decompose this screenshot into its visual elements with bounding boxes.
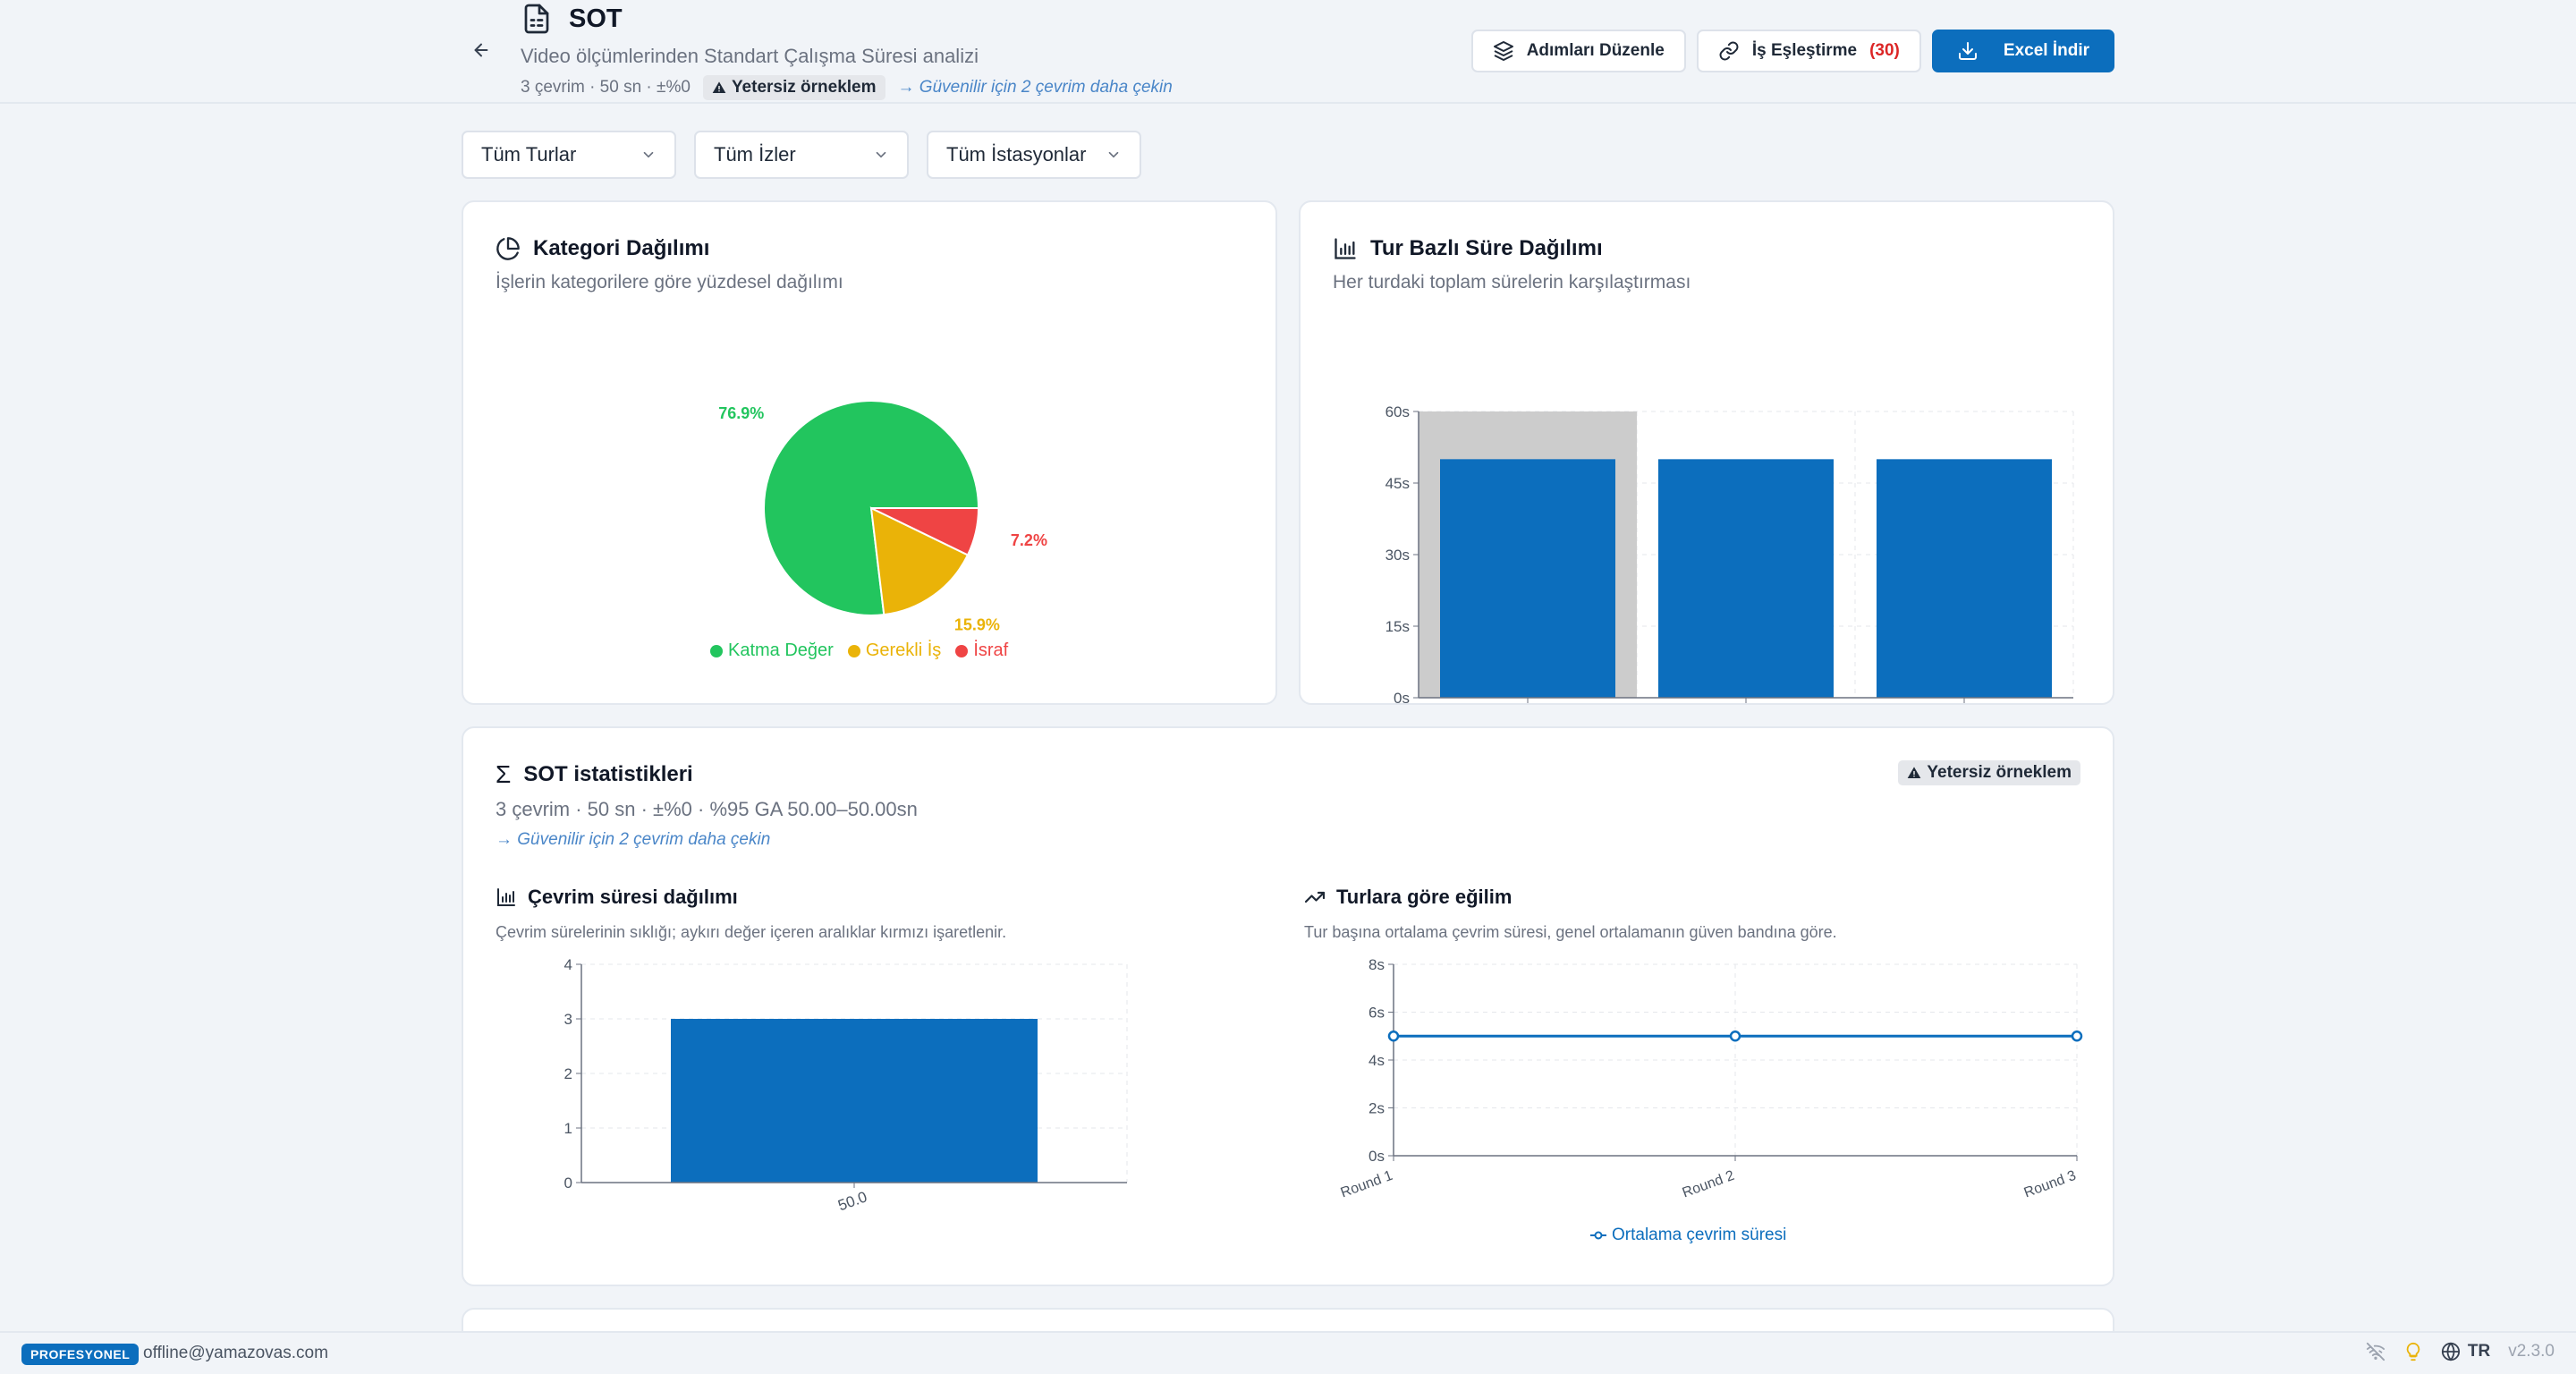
y-tick-label: 6s [1368,1005,1385,1022]
category-legend: Katma Değer Gerekli İş İsraf [710,640,1008,661]
y-tick-label: 8s [1368,956,1385,973]
user-email: offline@yamazovas.com [143,1344,328,1362]
y-tick-label: 2s [1368,1100,1385,1117]
filter-bar: Tüm Turlar Tüm İzler Tüm İstasyonlar [462,131,1141,179]
bar-50.0 [671,1019,1038,1183]
document-icon [524,4,549,34]
bar-T3 [1877,459,2052,698]
excel-download-button[interactable]: Excel İndir [1931,30,2114,72]
insufficient-sample-badge: Yetersiz örneklem [702,75,886,100]
legend-waste: İsraf [955,640,1008,661]
chevron-down-icon [643,151,654,158]
warning-icon [712,81,726,93]
trend-point-2 [1729,1030,1741,1042]
app-version: v2.3.0 [2508,1342,2555,1361]
rounds-filter[interactable]: Tüm Turlar [462,131,676,179]
trend-point-3 [2071,1030,2083,1042]
y-tick-label: 15s [1385,618,1410,635]
edit-steps-button[interactable]: Adımları Düzenle [1470,30,1686,72]
round-card-title: Tur Bazlı Süre Dağılımı [1333,236,1603,261]
y-tick-label: 0 [564,1175,572,1192]
wifi-off-icon[interactable] [2366,1342,2385,1361]
line-marker-icon [1590,1231,1606,1240]
y-tick-label: 0s [1394,690,1410,703]
y-tick-label: 1 [564,1120,572,1137]
download-icon [1958,42,1977,60]
trend-line-chart: 0s 2s 4s 6s 8s Round 1 Round 2 Round 3 [1339,956,2083,1201]
page-header: SOT Video ölçümlerinden Standart Çalışma… [0,0,2576,104]
round-card-subtitle: Her turdaki toplam sürelerin karşılaştır… [1333,272,1691,293]
trend-point-1 [1387,1030,1400,1042]
stats-summary: 3 çevrim · 50 sn · ±%0 · %95 GA 50.00–50… [496,798,918,820]
category-distribution-card: Kategori Dağılımı İşlerin kategorilere g… [462,200,1277,705]
status-right: TR v2.3.0 [2366,1342,2555,1361]
trending-up-icon [1304,891,1326,903]
page-title: SOT [569,4,623,33]
round-bar-chart: 0s15s30s45s60sT1T2T3 [1385,403,2074,703]
trend-description: Tur başına ortalama çevrim süresi, genel… [1304,923,1837,941]
job-matching-button[interactable]: İş Eşleştirme (30) [1696,30,1921,72]
y-tick-label: 4 [564,956,572,973]
y-tick-label: 60s [1385,403,1410,420]
x-tick-label: Round 2 [1681,1168,1737,1201]
sigma-icon: Σ [496,760,512,788]
category-pie-chart: 76.9% 15.9% 7.2% [718,400,1047,633]
pie-label-1: 76.9% [718,404,764,422]
back-button[interactable] [467,36,496,64]
lightbulb-icon[interactable] [2403,1342,2423,1361]
meta-summary: 3 çevrim · 50 sn · ±%0 [521,78,691,97]
bar-chart-icon [497,888,515,906]
sot-statistics-card: Σ SOT istatistikleri Yetersiz örneklem 3… [462,726,2114,1286]
chevron-down-icon [1108,151,1119,158]
pie-label-2: 15.9% [954,615,1000,633]
category-card-subtitle: İşlerin kategorilere göre yüzdesel dağıl… [496,272,843,293]
meta-row: 3 çevrim · 50 sn · ±%0 Yetersiz örneklem… [521,75,1173,100]
warning-icon [1908,767,1921,778]
stats-insufficient-badge: Yetersiz örneklem [1898,760,2080,785]
y-tick-label: 3 [564,1011,572,1028]
trend-title: Turlara göre eğilim [1304,886,1512,909]
y-tick-label: 2 [564,1065,572,1082]
y-tick-label: 45s [1385,475,1410,492]
y-tick-label: 4s [1368,1052,1385,1069]
histogram-title: Çevrim süresi dağılımı [496,886,738,909]
legend-necessary: Gerekli İş [847,640,941,661]
stations-filter[interactable]: Tüm İstasyonlar [927,131,1141,179]
bar-chart-icon [1335,238,1356,259]
link-icon [1719,41,1739,61]
pie-chart-icon [496,237,520,260]
status-bar: PROFESYONEL offline@yamazovas.com TR v2.… [0,1331,2576,1374]
page-subtitle: Video ölçümlerinden Standart Çalışma Sür… [521,45,979,67]
legend-value-added: Katma Değer [710,640,834,661]
chevron-down-icon [876,151,886,158]
x-tick-label: Round 3 [2022,1168,2079,1201]
x-tick-label: Round 1 [1339,1168,1395,1201]
arrow-left-icon [474,43,488,57]
reliability-hint: → Güvenilir için 2 çevrim daha çekin [897,78,1173,97]
stats-hint: → Güvenilir için 2 çevrim daha çekin [496,830,771,849]
bar-T1 [1440,459,1615,698]
bar-T2 [1658,459,1834,698]
language-switcher[interactable]: TR [2441,1342,2490,1361]
x-tick-label: 50.0 [835,1188,869,1214]
category-card-title: Kategori Dağılımı [496,236,709,261]
y-tick-label: 30s [1385,547,1410,564]
traces-filter[interactable]: Tüm İzler [694,131,909,179]
globe-icon [2441,1342,2460,1361]
round-duration-card: Tur Bazlı Süre Dağılımı Her turdaki topl… [1299,200,2114,705]
header-actions: Adımları Düzenle İş Eşleştirme (30) Exce… [1470,30,2114,72]
histogram-description: Çevrim sürelerinin sıklığı; aykırı değer… [496,923,1007,941]
cycle-histogram-chart: 0 1 2 3 4 50.0 [564,956,1128,1214]
trend-legend: Ortalama çevrim süresi [1590,1226,1786,1245]
layers-icon [1493,41,1513,61]
plan-badge: PROFESYONEL [21,1344,140,1365]
pie-label-3: 7.2% [1011,531,1047,549]
y-tick-label: 0s [1368,1148,1385,1165]
matching-count: (30) [1869,41,1900,60]
stats-card-title: Σ SOT istatistikleri [496,760,693,788]
